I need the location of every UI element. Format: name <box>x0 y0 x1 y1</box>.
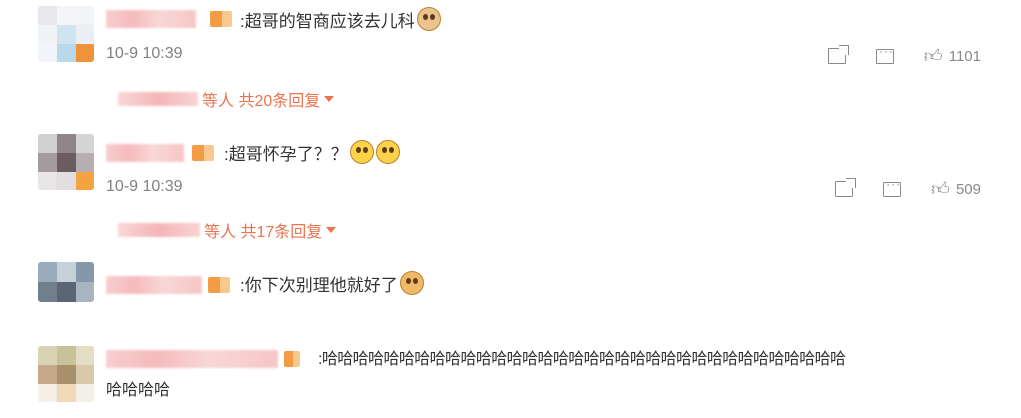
like-count: 1101 <box>948 47 981 65</box>
username[interactable] <box>106 276 202 294</box>
like-count: 509 <box>955 180 981 198</box>
username[interactable] <box>106 10 196 28</box>
comment-time: 10-9 10:39 <box>106 178 183 195</box>
comment-icon <box>883 177 902 197</box>
thumbs-up-icon: 👍︎ <box>923 46 943 66</box>
username[interactable] <box>106 144 184 162</box>
comment-text-line1: :哈哈哈哈哈哈哈哈哈哈哈哈哈哈哈哈哈哈哈哈哈哈哈哈哈哈哈哈哈哈哈哈哈哈 <box>318 351 846 368</box>
comment-actions: 👍︎ 509 <box>835 177 981 198</box>
replies-count[interactable]: 等人 共17条回复 <box>204 218 322 242</box>
username[interactable] <box>106 350 278 368</box>
replies-link[interactable]: 等人 共20条回复 <box>118 87 335 111</box>
share-button[interactable] <box>835 178 857 197</box>
shocked-face-emoji <box>375 140 400 164</box>
comment-text: :你下次别理他就好了 <box>240 271 424 298</box>
cat-face-emoji <box>416 7 441 31</box>
reply-button[interactable] <box>883 177 902 197</box>
replier-names <box>118 92 198 106</box>
comment-icon <box>875 44 894 64</box>
comment-text: :超哥怀孕了？？ <box>224 140 400 167</box>
share-icon <box>827 45 849 64</box>
reply-button[interactable] <box>875 44 894 64</box>
share-icon <box>835 178 857 197</box>
avatar[interactable] <box>38 262 94 302</box>
avatar[interactable] <box>38 6 94 62</box>
comment-text: :超哥的智商应该去儿科 <box>240 7 441 34</box>
replies-link[interactable]: 等人 共17条回复 <box>118 218 337 242</box>
share-button[interactable] <box>827 45 849 64</box>
doge-emoji <box>399 271 424 295</box>
replies-count[interactable]: 等人 共20条回复 <box>202 87 320 111</box>
comment-text-line2: 哈哈哈哈 <box>106 382 171 399</box>
avatar[interactable] <box>38 346 94 402</box>
shocked-face-emoji <box>349 140 374 164</box>
like-button[interactable]: 👍︎ 509 <box>931 180 981 198</box>
like-button[interactable]: 👍︎ 1101 <box>924 47 981 65</box>
comment-time: 10-9 10:39 <box>106 45 183 62</box>
user-badge <box>210 11 232 27</box>
user-badge <box>284 351 300 367</box>
caret-down-icon <box>326 227 337 233</box>
thumbs-up-icon: 👍︎ <box>931 179 950 199</box>
avatar[interactable] <box>38 134 94 190</box>
comment-actions: 👍︎ 1101 <box>827 44 981 65</box>
caret-down-icon <box>324 96 335 102</box>
user-badge <box>208 277 230 293</box>
replier-names <box>118 223 200 237</box>
user-badge <box>192 145 214 161</box>
